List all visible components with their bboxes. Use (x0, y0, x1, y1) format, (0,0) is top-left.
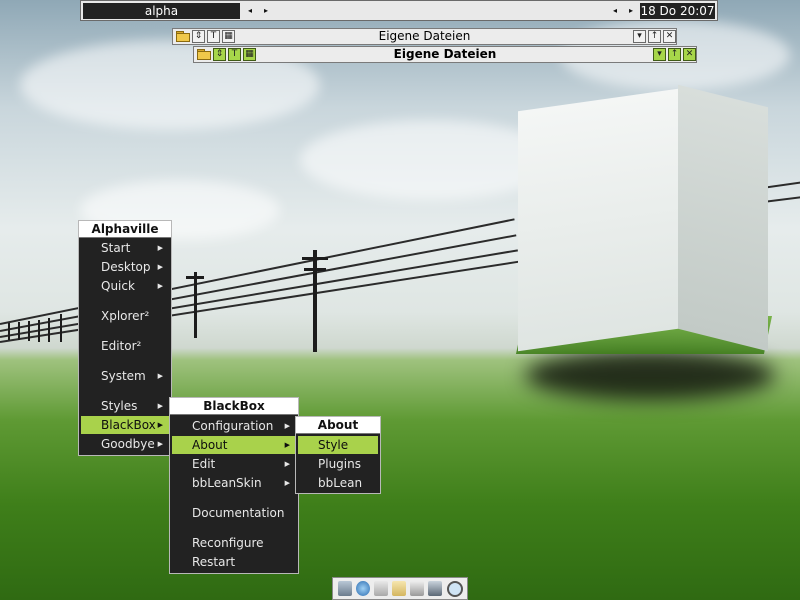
folder-icon (176, 30, 190, 42)
close-icon[interactable]: ✕ (663, 30, 676, 43)
tools-icon[interactable] (428, 581, 442, 596)
menu-item-plugins[interactable]: Plugins (298, 455, 378, 473)
text-icon[interactable]: T (228, 48, 241, 61)
clock[interactable]: 18 Do 20:07 (640, 3, 715, 19)
workspace-next-arrow-icon[interactable]: ▸ (259, 3, 273, 19)
menu-item-about[interactable]: About ▶ (172, 436, 296, 454)
menu-item-reconfigure[interactable]: Reconfigure (172, 534, 296, 552)
menu-item-start[interactable]: Start ▶ (81, 239, 169, 257)
menu-item-style[interactable]: Style (298, 436, 378, 454)
menu-item-bblean[interactable]: bbLean (298, 474, 378, 492)
submenu-arrow-icon: ▶ (157, 372, 163, 380)
maximize-icon[interactable]: ↑ (648, 30, 661, 43)
minimize-icon[interactable]: ▾ (653, 48, 666, 61)
text-icon[interactable]: T (207, 30, 220, 43)
menu-item-goodbye[interactable]: Goodbye ▶ (81, 435, 169, 453)
maximize-height-icon[interactable]: ⇕ (213, 48, 226, 61)
menu-item-documentation[interactable]: Documentation (172, 504, 296, 522)
menu-item-configuration[interactable]: Configuration ▶ (172, 417, 296, 435)
workspace-prev-arrow-icon[interactable]: ◂ (243, 3, 257, 19)
menu-title: About (296, 417, 380, 434)
menu-item-editor[interactable]: Editor² (81, 337, 169, 355)
grid-icon[interactable]: ▦ (243, 48, 256, 61)
search-icon[interactable] (447, 581, 463, 597)
window-title: Eigene Dateien (393, 47, 497, 61)
menu-item-edit[interactable]: Edit ▶ (172, 455, 296, 473)
menu-about: About Style Plugins bbLean (295, 416, 381, 494)
menu-item-quick[interactable]: Quick ▶ (81, 277, 169, 295)
submenu-arrow-icon: ▶ (157, 440, 163, 448)
menu-item-desktop[interactable]: Desktop ▶ (81, 258, 169, 276)
menu-title: BlackBox (170, 398, 298, 415)
close-icon[interactable]: ✕ (683, 48, 696, 61)
submenu-arrow-icon: ▶ (157, 402, 163, 410)
grid-icon[interactable]: ▦ (222, 30, 235, 43)
task-next-arrow-icon[interactable]: ▸ (624, 3, 638, 19)
window-title: Eigene Dateien (378, 29, 471, 43)
folder-icon[interactable] (392, 581, 406, 596)
browser-icon[interactable] (356, 581, 370, 596)
network-icon[interactable] (374, 581, 388, 596)
menu-item-restart[interactable]: Restart (172, 553, 296, 571)
recycle-bin-icon[interactable] (338, 581, 352, 596)
submenu-arrow-icon: ▶ (284, 460, 290, 468)
maximize-icon[interactable]: ↑ (668, 48, 681, 61)
menu-blackbox: BlackBox Configuration ▶ About ▶ Edit ▶ bbL… (169, 397, 299, 574)
submenu-arrow-icon: ▶ (284, 441, 290, 449)
minimize-icon[interactable]: ▾ (633, 30, 646, 43)
submenu-arrow-icon: ▶ (157, 421, 163, 429)
menu-item-xplorer[interactable]: Xplorer² (81, 307, 169, 325)
task-prev-arrow-icon[interactable]: ◂ (608, 3, 622, 19)
menu-item-styles[interactable]: Styles ▶ (81, 397, 169, 415)
menu-item-bbleanskin[interactable]: bbLeanSkin ▶ (172, 474, 296, 492)
maximize-height-icon[interactable]: ⇕ (192, 30, 205, 43)
submenu-arrow-icon: ▶ (284, 479, 290, 487)
submenu-arrow-icon: ▶ (157, 244, 163, 252)
menu-item-system[interactable]: System ▶ (81, 367, 169, 385)
system-tray (332, 577, 468, 600)
menu-item-blackbox[interactable]: BlackBox ▶ (81, 416, 169, 434)
workspace-label[interactable]: alpha (83, 3, 240, 19)
submenu-arrow-icon: ▶ (284, 422, 290, 430)
window-titlebar-active[interactable]: Eigene Dateien ⇕ T ▦ ▾ ↑ ✕ (193, 46, 697, 63)
window-titlebar-inactive[interactable]: Eigene Dateien ⇕ T ▦ ▾ ↑ ✕ (172, 28, 677, 45)
folder-icon (197, 48, 211, 60)
printer-icon[interactable] (410, 581, 424, 596)
submenu-arrow-icon: ▶ (157, 282, 163, 290)
menu-title: Alphaville (79, 221, 171, 238)
top-toolbar: alpha ◂ ▸ ◂ ▸ 18 Do 20:07 (80, 0, 718, 21)
menu-alphaville: Alphaville Start ▶ Desktop ▶ Quick ▶ Xplore… (78, 220, 172, 456)
submenu-arrow-icon: ▶ (157, 263, 163, 271)
